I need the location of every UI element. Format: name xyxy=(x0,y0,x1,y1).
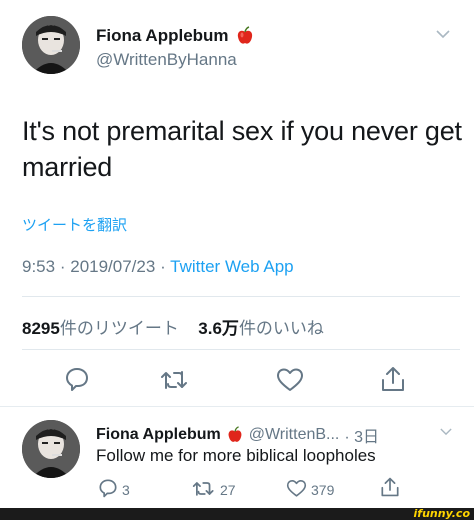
reply-share-button[interactable] xyxy=(380,476,400,501)
apple-icon xyxy=(235,26,255,46)
watermark-logo: ifunny.co xyxy=(413,507,470,520)
reply-age: · 3日 xyxy=(344,429,380,446)
retweet-icon xyxy=(192,479,216,501)
like-stat[interactable]: 3.6万件のいいね xyxy=(198,319,324,338)
retweet-count: 8295 xyxy=(22,319,60,338)
reply-reply-button[interactable]: 3 xyxy=(98,478,130,501)
reply-retweet-button[interactable]: 27 xyxy=(192,479,236,501)
reply-count: 3 xyxy=(122,481,130,498)
reply-header: Fiona Applebum @WrittenB... · 3日 xyxy=(96,423,379,447)
author-avatar[interactable] xyxy=(22,16,80,74)
retweet-icon[interactable] xyxy=(160,368,190,392)
tweet-text: It's not premarital sex if you never get… xyxy=(22,113,462,185)
reply-icon[interactable] xyxy=(64,366,90,392)
reply-like-count: 379 xyxy=(311,482,335,498)
like-icon xyxy=(286,479,307,501)
tweet-time[interactable]: 9:53 xyxy=(22,257,55,276)
retweet-label: 件のリツイート xyxy=(59,319,179,338)
tweet-text-line: married xyxy=(22,152,113,182)
avatar-image xyxy=(22,420,80,478)
divider xyxy=(22,296,460,297)
tweet-source[interactable]: Twitter Web App xyxy=(170,257,293,276)
author-name[interactable]: Fiona Applebum xyxy=(96,26,229,46)
like-label: 件のいいね xyxy=(238,319,324,338)
translate-link[interactable]: ツイートを翻訳 xyxy=(22,214,127,235)
tweet-date[interactable]: 2019/07/23 xyxy=(70,257,155,276)
tweet-stats: 8295件のリツイート 3.6万件のいいね xyxy=(22,314,324,339)
reply-icon xyxy=(98,478,118,501)
reply-like-button[interactable]: 379 xyxy=(286,479,334,501)
divider xyxy=(22,349,460,350)
chevron-down-icon[interactable] xyxy=(436,30,450,39)
apple-icon xyxy=(226,426,244,444)
reply-retweet-count: 27 xyxy=(220,482,236,498)
author-handle[interactable]: @WrittenByHanna xyxy=(96,50,237,70)
like-icon[interactable] xyxy=(276,367,304,393)
share-icon[interactable] xyxy=(380,365,406,393)
reply-text: Follow me for more biblical loopholes xyxy=(96,446,376,465)
chevron-down-icon[interactable] xyxy=(440,428,452,436)
tweet-text-line: It's not premarital sex if you never get xyxy=(22,116,462,146)
retweet-stat[interactable]: 8295件のリツイート xyxy=(22,319,179,338)
avatar-image xyxy=(22,16,80,74)
watermark-bar: ifunny.co xyxy=(0,507,474,520)
like-count: 3.6万 xyxy=(198,319,239,338)
share-icon xyxy=(380,476,400,501)
reply-handle[interactable]: @WrittenB... xyxy=(249,426,340,444)
tweet-meta: 9:53 · 2019/07/23 · Twitter Web App xyxy=(22,257,294,277)
reply-author-name[interactable]: Fiona Applebum xyxy=(96,426,221,444)
divider xyxy=(0,406,474,407)
meta-separator: · xyxy=(160,257,166,276)
meta-separator: · xyxy=(59,257,66,276)
reply-avatar[interactable] xyxy=(22,420,80,478)
